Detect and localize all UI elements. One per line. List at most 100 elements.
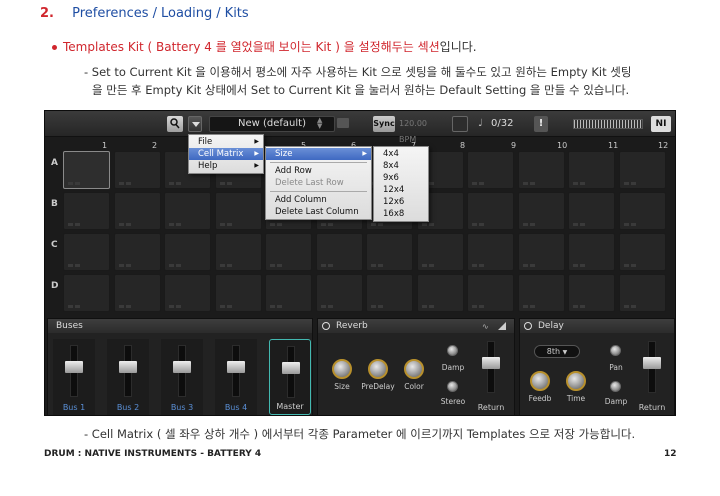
cell-indicator bbox=[472, 305, 486, 308]
search-button[interactable] bbox=[167, 116, 183, 132]
size-option[interactable]: 16x8 bbox=[374, 208, 428, 220]
size-option[interactable]: 12x4 bbox=[374, 184, 428, 196]
cell-pad[interactable] bbox=[63, 274, 110, 312]
cell-pad[interactable] bbox=[113, 233, 161, 271]
delay-damp-knob[interactable] bbox=[610, 381, 621, 392]
tempo-display[interactable]: 120.00 BPM bbox=[399, 116, 443, 144]
master-channel[interactable]: Master bbox=[269, 339, 311, 415]
buses-panel: Buses Bus 1 Bus 2 Bus 3 Bus 4 Master bbox=[47, 318, 313, 415]
cell-pad[interactable] bbox=[214, 233, 262, 271]
reverb-color-knob[interactable] bbox=[404, 359, 424, 379]
breadcrumb-kits[interactable]: Kits bbox=[225, 6, 249, 21]
delay-rate-dropdown[interactable]: 8th ▼ bbox=[534, 345, 580, 358]
bus-fader[interactable] bbox=[119, 361, 137, 373]
cell-pad[interactable] bbox=[164, 233, 211, 271]
cell-pad[interactable] bbox=[618, 192, 666, 230]
delay-pan-knob[interactable] bbox=[610, 345, 621, 356]
cell-pad[interactable] bbox=[467, 274, 514, 312]
reverb-stereo-knob[interactable] bbox=[447, 381, 458, 392]
master-level-meter[interactable] bbox=[573, 119, 643, 129]
cell-pad[interactable] bbox=[416, 233, 464, 271]
cell-pad[interactable] bbox=[467, 192, 514, 230]
menu-item-size[interactable]: Size ▶ bbox=[266, 148, 371, 160]
delay-return-fader[interactable] bbox=[643, 357, 661, 369]
cell-pad[interactable] bbox=[113, 274, 161, 312]
cell-pad[interactable] bbox=[214, 192, 262, 230]
menu-item-help[interactable]: Help ▶ bbox=[189, 160, 263, 172]
cell-pad[interactable] bbox=[63, 192, 110, 230]
reverb-damp-knob[interactable] bbox=[447, 345, 458, 356]
cell-pad[interactable] bbox=[265, 274, 312, 312]
section-number: 2. bbox=[40, 6, 54, 21]
cell-pad[interactable] bbox=[416, 274, 464, 312]
cell-pad[interactable] bbox=[164, 274, 211, 312]
cell-pad[interactable] bbox=[63, 233, 110, 271]
main-menu-button[interactable] bbox=[188, 116, 202, 132]
return-label: Return bbox=[638, 403, 666, 412]
reverb-predelay-knob[interactable] bbox=[368, 359, 388, 379]
size-option[interactable]: 12x6 bbox=[374, 196, 428, 208]
power-icon[interactable] bbox=[322, 322, 330, 330]
cell-pad[interactable] bbox=[164, 192, 211, 230]
menu-item-add-row[interactable]: Add Row bbox=[266, 165, 371, 177]
cell-indicator bbox=[522, 305, 537, 308]
cell-pad[interactable] bbox=[568, 274, 615, 312]
bus-fader[interactable] bbox=[65, 361, 83, 373]
cell-pad[interactable] bbox=[265, 233, 312, 271]
bus-fader[interactable] bbox=[173, 361, 191, 373]
menu-item-cell-matrix[interactable]: Cell Matrix ▶ bbox=[189, 148, 263, 160]
cell-pad[interactable] bbox=[113, 192, 161, 230]
cell-pad[interactable] bbox=[366, 233, 413, 271]
cell-pad[interactable] bbox=[618, 233, 666, 271]
cell-pad[interactable] bbox=[568, 151, 615, 189]
page-number: 12 bbox=[664, 449, 677, 459]
cell-pad[interactable] bbox=[517, 151, 565, 189]
bus-label[interactable]: Bus 2 bbox=[107, 403, 149, 412]
menu-item-add-column[interactable]: Add Column bbox=[266, 194, 371, 206]
kit-navigation-arrows-icon[interactable]: ▲ ▼ bbox=[317, 117, 322, 130]
return-label: Return bbox=[477, 403, 505, 412]
cell-pad[interactable] bbox=[618, 274, 666, 312]
size-option[interactable]: 8x4 bbox=[374, 160, 428, 172]
sync-button[interactable]: Sync bbox=[373, 116, 395, 132]
power-icon[interactable] bbox=[524, 322, 532, 330]
cell-pad[interactable] bbox=[113, 151, 161, 189]
cell-pad[interactable] bbox=[517, 274, 565, 312]
metronome-icon[interactable] bbox=[452, 116, 468, 132]
size-option[interactable]: 4x4 bbox=[374, 148, 428, 160]
breadcrumb-loading[interactable]: Loading bbox=[161, 6, 212, 21]
cell-pad[interactable] bbox=[618, 151, 666, 189]
cell-pad[interactable] bbox=[568, 192, 615, 230]
cell-pad[interactable] bbox=[214, 274, 262, 312]
cell-pad[interactable] bbox=[315, 274, 363, 312]
cell-pad[interactable] bbox=[517, 192, 565, 230]
cell-pad[interactable] bbox=[63, 151, 110, 189]
cell-pad[interactable] bbox=[366, 274, 413, 312]
cell-pad[interactable] bbox=[467, 151, 514, 189]
cell-pad[interactable] bbox=[467, 233, 514, 271]
cell-pad[interactable] bbox=[517, 233, 565, 271]
bus-label[interactable]: Bus 4 bbox=[215, 403, 257, 412]
delay-time-knob[interactable] bbox=[566, 371, 586, 391]
bus-label[interactable]: Bus 1 bbox=[53, 403, 95, 412]
bullet-rest: 입니다. bbox=[439, 40, 477, 54]
reverb-type-icon[interactable]: ∿ bbox=[482, 322, 489, 331]
menu-item-delete-last-column[interactable]: Delete Last Column bbox=[266, 206, 371, 218]
master-label[interactable]: Master bbox=[270, 402, 310, 411]
delay-feedback-knob[interactable] bbox=[530, 371, 550, 391]
breadcrumb-preferences[interactable]: Preferences bbox=[72, 6, 148, 21]
bus-label[interactable]: Bus 3 bbox=[161, 403, 203, 412]
bus-fader[interactable] bbox=[227, 361, 245, 373]
reverb-size-knob[interactable] bbox=[332, 359, 352, 379]
folder-icon[interactable] bbox=[337, 118, 349, 128]
master-fader[interactable] bbox=[282, 362, 300, 374]
size-option[interactable]: 9x6 bbox=[374, 172, 428, 184]
row-header: A bbox=[51, 158, 58, 168]
menu-item-file[interactable]: File ▶ bbox=[189, 136, 263, 148]
cell-pad[interactable] bbox=[315, 233, 363, 271]
reverb-mode-icon[interactable] bbox=[498, 322, 506, 330]
reverb-return-fader[interactable] bbox=[482, 357, 500, 369]
warning-button[interactable]: ! bbox=[534, 116, 548, 132]
knob-label: Color bbox=[404, 382, 424, 391]
cell-pad[interactable] bbox=[568, 233, 615, 271]
